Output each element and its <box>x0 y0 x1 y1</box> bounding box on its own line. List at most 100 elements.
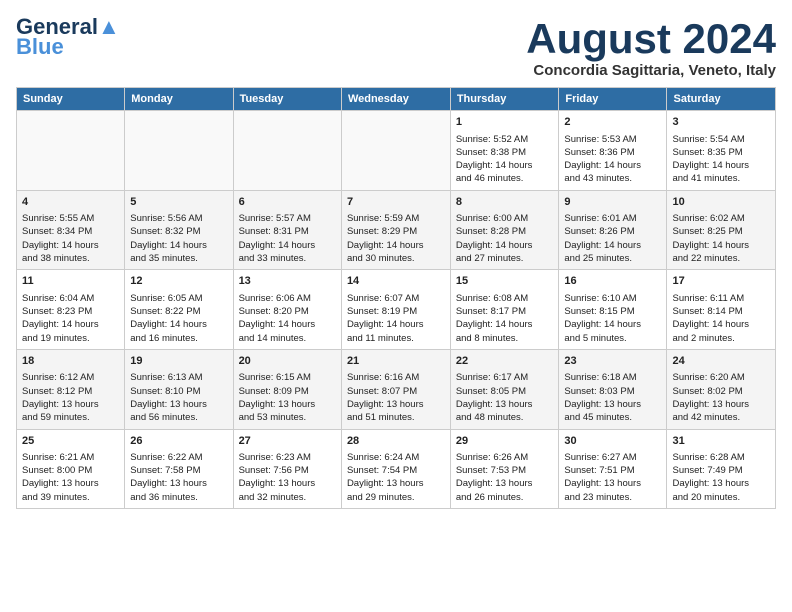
day-info: Sunrise: 6:05 AM Sunset: 8:22 PM Dayligh… <box>130 292 227 345</box>
calendar-cell: 3Sunrise: 5:54 AM Sunset: 8:35 PM Daylig… <box>667 111 776 191</box>
weekday-header-wednesday: Wednesday <box>341 88 450 111</box>
calendar-cell: 29 Sunrise: 6:26 AM Sunset: 7:53 PM Dayli… <box>450 429 559 509</box>
day-number: 4 <box>22 195 119 210</box>
calendar-body: 1 Sunrise: 5:52 AM Sunset: 8:38 PM Daylig… <box>17 111 776 509</box>
day-number: 23 <box>564 354 661 369</box>
day-number: 30 <box>564 434 661 449</box>
month-title: August 2024 <box>526 16 776 62</box>
day-number: 16 <box>564 274 661 289</box>
day-number: 27 <box>239 434 336 449</box>
day-info: Sunrise: 6:21 AM Sunset: 8:00 PM Dayligh… <box>22 451 119 504</box>
calendar-cell: 9 Sunrise: 6:01 AM Sunset: 8:26 PM Daylig… <box>559 190 667 270</box>
calendar-cell: 21Sunrise: 6:16 AM Sunset: 8:07 PM Dayli… <box>341 349 450 429</box>
calendar-week-row: 18 Sunrise: 6:12 AM Sunset: 8:12 PM Dayli… <box>17 349 776 429</box>
day-info: Sunrise: 6:11 AM Sunset: 8:14 PM Dayligh… <box>672 292 770 345</box>
logo-blue: Blue <box>16 36 64 58</box>
day-info: Sunrise: 6:12 AM Sunset: 8:12 PM Dayligh… <box>22 371 119 424</box>
day-number: 24 <box>672 354 770 369</box>
day-number: 25 <box>22 434 119 449</box>
calendar-cell: 10 Sunrise: 6:02 AM Sunset: 8:25 PM Dayli… <box>667 190 776 270</box>
calendar-week-row: 25 Sunrise: 6:21 AM Sunset: 8:00 PM Dayli… <box>17 429 776 509</box>
calendar-cell <box>233 111 341 191</box>
calendar-cell <box>125 111 233 191</box>
day-info: Sunrise: 6:27 AM Sunset: 7:51 PM Dayligh… <box>564 451 661 504</box>
day-number: 8 <box>456 195 554 210</box>
day-info: Sunrise: 6:23 AM Sunset: 7:56 PM Dayligh… <box>239 451 336 504</box>
calendar-cell: 26 Sunrise: 6:22 AM Sunset: 7:58 PM Dayli… <box>125 429 233 509</box>
weekday-header-thursday: Thursday <box>450 88 559 111</box>
calendar-cell <box>17 111 125 191</box>
calendar-cell: 22 Sunrise: 6:17 AM Sunset: 8:05 PM Dayli… <box>450 349 559 429</box>
day-number: 2 <box>564 115 661 130</box>
day-info: Sunrise: 6:26 AM Sunset: 7:53 PM Dayligh… <box>456 451 554 504</box>
weekday-header-monday: Monday <box>125 88 233 111</box>
day-info: Sunrise: 6:18 AM Sunset: 8:03 PM Dayligh… <box>564 371 661 424</box>
calendar-cell: 28 Sunrise: 6:24 AM Sunset: 7:54 PM Dayli… <box>341 429 450 509</box>
day-info: Sunrise: 6:07 AM Sunset: 8:19 PM Dayligh… <box>347 292 445 345</box>
day-number: 12 <box>130 274 227 289</box>
calendar-cell: 6Sunrise: 5:57 AM Sunset: 8:31 PM Daylig… <box>233 190 341 270</box>
weekday-header-sunday: Sunday <box>17 88 125 111</box>
day-info: Sunrise: 6:17 AM Sunset: 8:05 PM Dayligh… <box>456 371 554 424</box>
calendar-week-row: 11 Sunrise: 6:04 AM Sunset: 8:23 PM Dayli… <box>17 270 776 350</box>
day-info: Sunrise: 6:06 AM Sunset: 8:20 PM Dayligh… <box>239 292 336 345</box>
calendar-cell <box>341 111 450 191</box>
calendar-week-row: 1 Sunrise: 5:52 AM Sunset: 8:38 PM Daylig… <box>17 111 776 191</box>
weekday-header-tuesday: Tuesday <box>233 88 341 111</box>
day-info: Sunrise: 6:02 AM Sunset: 8:25 PM Dayligh… <box>672 212 770 265</box>
day-number: 7 <box>347 195 445 210</box>
day-info: Sunrise: 5:54 AM Sunset: 8:35 PM Dayligh… <box>672 133 770 186</box>
day-number: 26 <box>130 434 227 449</box>
day-number: 28 <box>347 434 445 449</box>
day-number: 13 <box>239 274 336 289</box>
day-info: Sunrise: 6:22 AM Sunset: 7:58 PM Dayligh… <box>130 451 227 504</box>
calendar-cell: 25 Sunrise: 6:21 AM Sunset: 8:00 PM Dayli… <box>17 429 125 509</box>
day-info: Sunrise: 6:13 AM Sunset: 8:10 PM Dayligh… <box>130 371 227 424</box>
day-number: 15 <box>456 274 554 289</box>
calendar-cell: 20Sunrise: 6:15 AM Sunset: 8:09 PM Dayli… <box>233 349 341 429</box>
weekday-header-friday: Friday <box>559 88 667 111</box>
day-info: Sunrise: 5:53 AM Sunset: 8:36 PM Dayligh… <box>564 133 661 186</box>
calendar-cell: 16 Sunrise: 6:10 AM Sunset: 8:15 PM Dayli… <box>559 270 667 350</box>
day-info: Sunrise: 5:59 AM Sunset: 8:29 PM Dayligh… <box>347 212 445 265</box>
location: Concordia Sagittaria, Veneto, Italy <box>526 62 776 79</box>
day-number: 9 <box>564 195 661 210</box>
calendar-week-row: 4Sunrise: 5:55 AM Sunset: 8:34 PM Daylig… <box>17 190 776 270</box>
calendar-cell: 15Sunrise: 6:08 AM Sunset: 8:17 PM Dayli… <box>450 270 559 350</box>
logo: General▲ Blue <box>16 16 120 58</box>
day-info: Sunrise: 6:20 AM Sunset: 8:02 PM Dayligh… <box>672 371 770 424</box>
day-info: Sunrise: 6:16 AM Sunset: 8:07 PM Dayligh… <box>347 371 445 424</box>
calendar-cell: 11 Sunrise: 6:04 AM Sunset: 8:23 PM Dayli… <box>17 270 125 350</box>
day-info: Sunrise: 6:01 AM Sunset: 8:26 PM Dayligh… <box>564 212 661 265</box>
weekday-header-saturday: Saturday <box>667 88 776 111</box>
calendar-cell: 14Sunrise: 6:07 AM Sunset: 8:19 PM Dayli… <box>341 270 450 350</box>
day-info: Sunrise: 6:04 AM Sunset: 8:23 PM Dayligh… <box>22 292 119 345</box>
calendar-cell: 5Sunrise: 5:56 AM Sunset: 8:32 PM Daylig… <box>125 190 233 270</box>
calendar-cell: 23 Sunrise: 6:18 AM Sunset: 8:03 PM Dayli… <box>559 349 667 429</box>
calendar-cell: 30 Sunrise: 6:27 AM Sunset: 7:51 PM Dayli… <box>559 429 667 509</box>
day-number: 22 <box>456 354 554 369</box>
day-number: 29 <box>456 434 554 449</box>
calendar-cell: 1 Sunrise: 5:52 AM Sunset: 8:38 PM Daylig… <box>450 111 559 191</box>
day-number: 17 <box>672 274 770 289</box>
calendar-cell: 31Sunrise: 6:28 AM Sunset: 7:49 PM Dayli… <box>667 429 776 509</box>
calendar-cell: 17 Sunrise: 6:11 AM Sunset: 8:14 PM Dayli… <box>667 270 776 350</box>
calendar-cell: 7 Sunrise: 5:59 AM Sunset: 8:29 PM Daylig… <box>341 190 450 270</box>
day-info: Sunrise: 5:52 AM Sunset: 8:38 PM Dayligh… <box>456 133 554 186</box>
day-number: 10 <box>672 195 770 210</box>
day-number: 20 <box>239 354 336 369</box>
day-info: Sunrise: 6:10 AM Sunset: 8:15 PM Dayligh… <box>564 292 661 345</box>
calendar-cell: 13 Sunrise: 6:06 AM Sunset: 8:20 PM Dayli… <box>233 270 341 350</box>
calendar-header-row: SundayMondayTuesdayWednesdayThursdayFrid… <box>17 88 776 111</box>
day-info: Sunrise: 6:24 AM Sunset: 7:54 PM Dayligh… <box>347 451 445 504</box>
day-number: 11 <box>22 274 119 289</box>
calendar-cell: 2 Sunrise: 5:53 AM Sunset: 8:36 PM Daylig… <box>559 111 667 191</box>
title-block: August 2024 Concordia Sagittaria, Veneto… <box>526 16 776 79</box>
day-number: 1 <box>456 115 554 130</box>
calendar-cell: 8 Sunrise: 6:00 AM Sunset: 8:28 PM Daylig… <box>450 190 559 270</box>
day-number: 5 <box>130 195 227 210</box>
day-number: 18 <box>22 354 119 369</box>
day-info: Sunrise: 6:00 AM Sunset: 8:28 PM Dayligh… <box>456 212 554 265</box>
day-number: 19 <box>130 354 227 369</box>
day-number: 31 <box>672 434 770 449</box>
